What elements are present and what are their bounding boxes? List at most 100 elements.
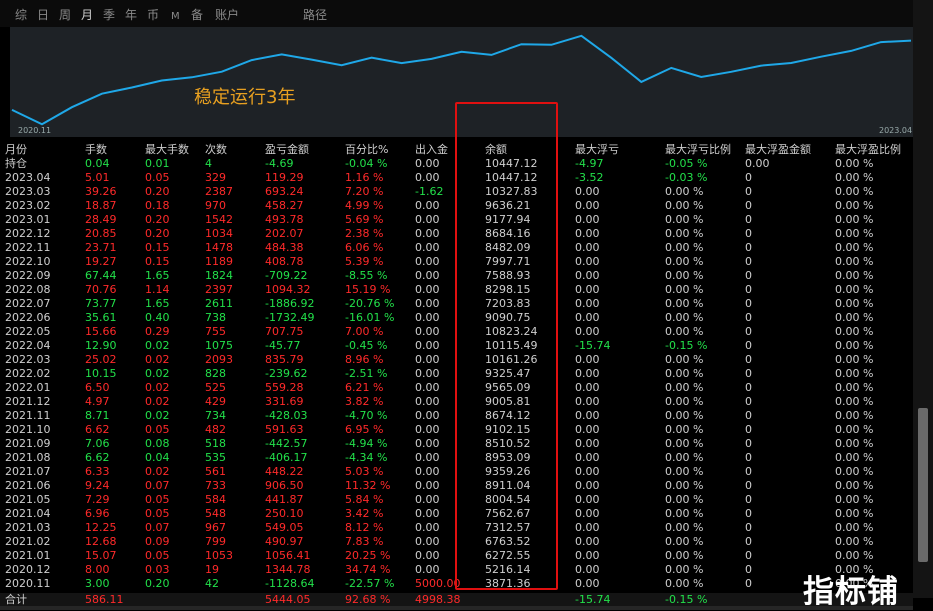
- cell-col-0: 2021.09: [5, 437, 51, 450]
- cell-col-6: 0.00: [415, 423, 440, 436]
- cell-col-1: 23.71: [85, 241, 117, 254]
- tab-9[interactable]: 账户: [215, 7, 239, 23]
- tab-5[interactable]: 年: [125, 7, 137, 23]
- cell-col-3: 1542: [205, 213, 233, 226]
- cell-col-0: 2022.10: [5, 255, 51, 268]
- cell-col-5: -20.76 %: [345, 297, 395, 310]
- cell-col-5: -8.55 %: [345, 269, 388, 282]
- column-header-11[interactable]: 最大浮盈比例: [835, 143, 901, 157]
- cell-col-8: 0.00: [575, 283, 600, 296]
- horizontal-scrollbar[interactable]: [0, 606, 913, 610]
- cell-col-2: 0.08: [145, 437, 170, 450]
- cell-col-5: 7.20 %: [345, 185, 384, 198]
- cell-col-3: 755: [205, 325, 226, 338]
- column-header-6[interactable]: 出入金: [415, 143, 448, 157]
- cell-col-3: 1824: [205, 269, 233, 282]
- cell-col-2: 1.65: [145, 269, 170, 282]
- cell-col-9: 0.00 %: [665, 521, 704, 534]
- cell-col-5: 7.83 %: [345, 535, 384, 548]
- cell-col-1: 9.24: [85, 479, 110, 492]
- cell-col-11: 0.00 %: [835, 283, 874, 296]
- cell-col-0: 2022.01: [5, 381, 51, 394]
- cell-col-5: 6.95 %: [345, 423, 384, 436]
- cell-col-2: 0.02: [145, 465, 170, 478]
- cell-col-1: 0.04: [85, 157, 110, 170]
- totals-deposit: 4998.38: [415, 593, 461, 606]
- cell-col-3: 4: [205, 157, 212, 170]
- scrollbar-thumb[interactable]: [918, 408, 928, 562]
- cell-col-0: 2022.02: [5, 367, 51, 380]
- cell-col-9: 0.00 %: [665, 451, 704, 464]
- cell-col-11: 0.00 %: [835, 493, 874, 506]
- cell-col-1: 7.06: [85, 437, 110, 450]
- cell-col-10: 0: [745, 493, 752, 506]
- cell-col-5: 8.12 %: [345, 521, 384, 534]
- tab-7[interactable]: M: [171, 9, 180, 25]
- cell-col-6: 0.00: [415, 241, 440, 254]
- cell-col-5: -4.70 %: [345, 409, 388, 422]
- cell-col-9: 0.00 %: [665, 367, 704, 380]
- cell-col-4: 331.69: [265, 395, 304, 408]
- cell-col-1: 70.76: [85, 283, 117, 296]
- cell-col-11: 0.00 %: [835, 353, 874, 366]
- cell-col-9: 0.00 %: [665, 213, 704, 226]
- cell-col-5: 5.39 %: [345, 255, 384, 268]
- column-header-10[interactable]: 最大浮盈金额: [745, 143, 811, 157]
- tab-3[interactable]: 月: [81, 7, 93, 23]
- cell-col-5: 5.84 %: [345, 493, 384, 506]
- cell-col-11: 0.00 %: [835, 199, 874, 212]
- cell-col-10: 0: [745, 255, 752, 268]
- cell-col-8: 0.00: [575, 507, 600, 520]
- cell-col-5: -0.45 %: [345, 339, 388, 352]
- column-header-2[interactable]: 最大手数: [145, 143, 189, 157]
- chart-end-date: 2023.04: [879, 126, 913, 135]
- column-header-9[interactable]: 最大浮亏比例: [665, 143, 731, 157]
- cell-col-5: 20.25 %: [345, 549, 391, 562]
- cell-col-1: 6.96: [85, 507, 110, 520]
- cell-col-8: 0.00: [575, 465, 600, 478]
- cell-col-10: 0: [745, 507, 752, 520]
- watermark-logo: 指标铺: [803, 574, 899, 610]
- vertical-scrollbar[interactable]: [913, 0, 933, 598]
- tab-2[interactable]: 周: [59, 7, 71, 23]
- cell-col-10: 0: [745, 465, 752, 478]
- cell-col-5: 3.42 %: [345, 507, 384, 520]
- cell-col-6: 0.00: [415, 367, 440, 380]
- tab-1[interactable]: 日: [37, 7, 49, 23]
- tab-8[interactable]: 备: [191, 7, 203, 23]
- cell-col-9: 0.00 %: [665, 297, 704, 310]
- tab-10[interactable]: 路径: [303, 7, 327, 23]
- cell-col-4: 448.22: [265, 465, 304, 478]
- cell-col-11: 0.00 %: [835, 213, 874, 226]
- cell-col-9: 0.00 %: [665, 311, 704, 324]
- column-header-4[interactable]: 盈亏金额: [265, 143, 309, 157]
- cell-col-9: -0.15 %: [665, 339, 708, 352]
- cell-col-10: 0: [745, 199, 752, 212]
- cell-col-2: 1.14: [145, 283, 170, 296]
- column-header-3[interactable]: 次数: [205, 143, 227, 157]
- cell-col-6: 0.00: [415, 171, 440, 184]
- cell-col-9: 0.00 %: [665, 437, 704, 450]
- cell-col-3: 535: [205, 451, 226, 464]
- cell-col-5: 2.38 %: [345, 227, 384, 240]
- cell-col-11: 0.00 %: [835, 311, 874, 324]
- cell-col-11: 0.00 %: [835, 297, 874, 310]
- cell-col-5: 6.21 %: [345, 381, 384, 394]
- cell-col-3: 429: [205, 395, 226, 408]
- tab-4[interactable]: 季: [103, 7, 115, 23]
- cell-col-8: 0.00: [575, 227, 600, 240]
- column-header-0[interactable]: 月份: [5, 143, 27, 157]
- column-header-8[interactable]: 最大浮亏: [575, 143, 619, 157]
- cell-col-0: 2022.08: [5, 283, 51, 296]
- tab-0[interactable]: 综: [15, 7, 27, 23]
- cell-col-9: 0.00 %: [665, 563, 704, 576]
- cell-col-8: -15.74: [575, 339, 611, 352]
- cell-col-11: 0.00 %: [835, 437, 874, 450]
- column-header-1[interactable]: 手数: [85, 143, 107, 157]
- cell-col-1: 8.71: [85, 409, 110, 422]
- tab-6[interactable]: 币: [147, 7, 159, 23]
- cell-col-4: 707.75: [265, 325, 304, 338]
- column-header-5[interactable]: 百分比%: [345, 143, 388, 157]
- totals-lots: 586.11: [85, 593, 124, 606]
- cell-col-4: 490.97: [265, 535, 304, 548]
